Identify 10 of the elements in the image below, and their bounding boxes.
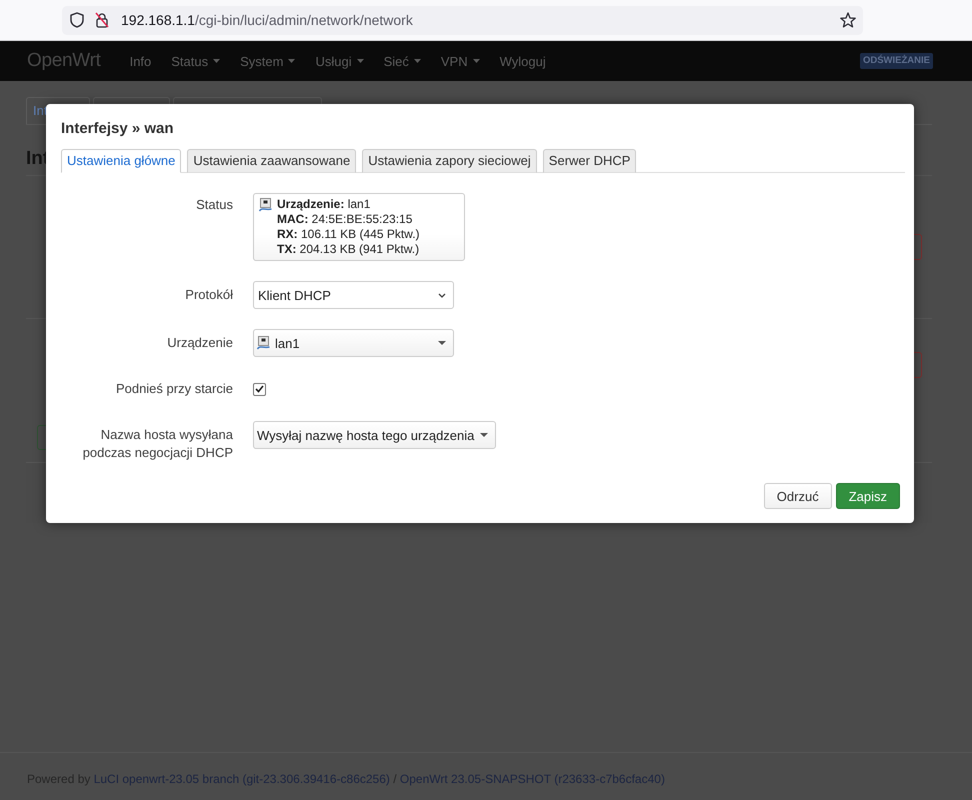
field-label: Nazwa hosta wysyłana podczas negocjacji DHCP bbox=[82, 426, 233, 462]
field-label: Status bbox=[195, 196, 233, 214]
status-line: RX: 106.11 KB (445 Pktw.) bbox=[277, 227, 420, 242]
field-label: Protokół bbox=[184, 286, 233, 304]
field-label: Urządzenie bbox=[166, 334, 233, 352]
status-line: MAC: 24:5E:BE:55:23:15 bbox=[277, 212, 414, 227]
status-line: TX: 204.13 KB (941 Pktw.) bbox=[277, 242, 420, 257]
field-label: Podnieś przy starcie bbox=[114, 380, 233, 398]
status-line: Urządzenie: lan1 bbox=[277, 197, 372, 212]
dialog-title: Interfejsy » wan bbox=[61, 119, 174, 139]
